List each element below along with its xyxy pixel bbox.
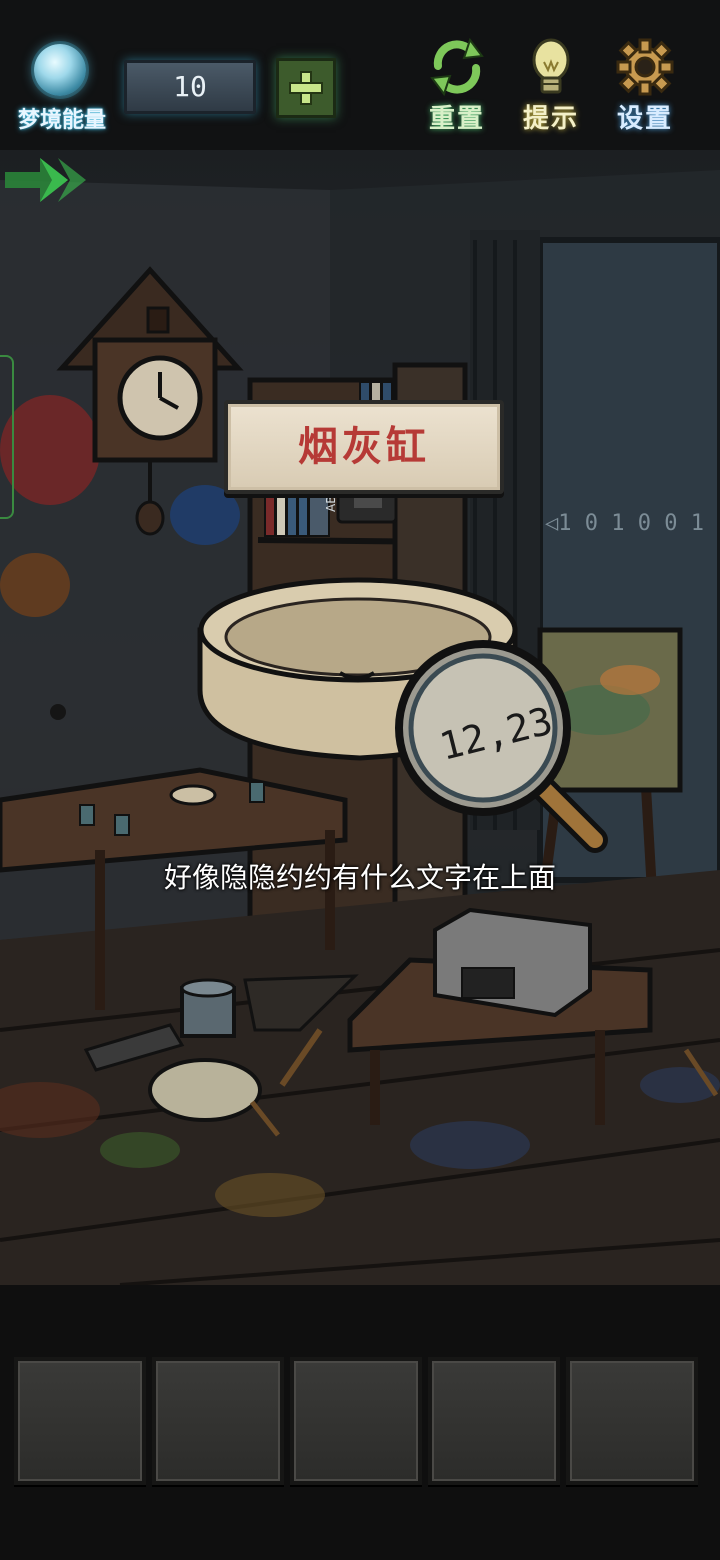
game-scene: ◁1 0 1 0 0 1 ABC 12,23 烟灰缸 好像隐隐约约有什么文字在上… <box>0 150 720 1285</box>
next-scene-arrow-icon[interactable] <box>0 150 90 210</box>
energy-counter: 10 <box>124 60 256 114</box>
side-panel-tab[interactable] <box>0 355 14 519</box>
inventory-slot-1[interactable] <box>14 1357 146 1485</box>
top-hud: 梦境能量 10 重置 提示 设置 <box>0 0 720 150</box>
inventory-bar <box>0 1285 720 1560</box>
reset-label: 重置 <box>428 104 485 134</box>
inventory-slot-2[interactable] <box>152 1357 284 1485</box>
add-energy-button[interactable] <box>276 58 336 118</box>
wall-code-text: ◁1 0 1 0 0 1 <box>545 511 704 536</box>
settings-button[interactable]: 设置 <box>600 36 690 135</box>
lightbulb-icon <box>520 36 582 98</box>
hint-button[interactable]: 提示 <box>506 36 596 135</box>
hint-caption: 好像隐隐约约有什么文字在上面 <box>163 861 556 894</box>
dream-energy-label: 梦境能量 <box>17 108 106 133</box>
scene-artwork: ◁1 0 1 0 0 1 ABC 12,23 <box>0 170 720 1285</box>
inventory-slot-5[interactable] <box>566 1357 698 1485</box>
dream-energy-orb-icon[interactable] <box>34 44 86 96</box>
settings-label: 设置 <box>616 104 673 134</box>
reset-button[interactable]: 重置 <box>412 36 502 135</box>
reset-icon <box>426 36 488 98</box>
inventory-slot-4[interactable] <box>428 1357 560 1485</box>
hint-label: 提示 <box>522 104 579 134</box>
item-title-plaque: 烟灰缸 <box>224 400 504 494</box>
inventory-slot-3[interactable] <box>290 1357 422 1485</box>
gear-icon <box>614 36 676 98</box>
